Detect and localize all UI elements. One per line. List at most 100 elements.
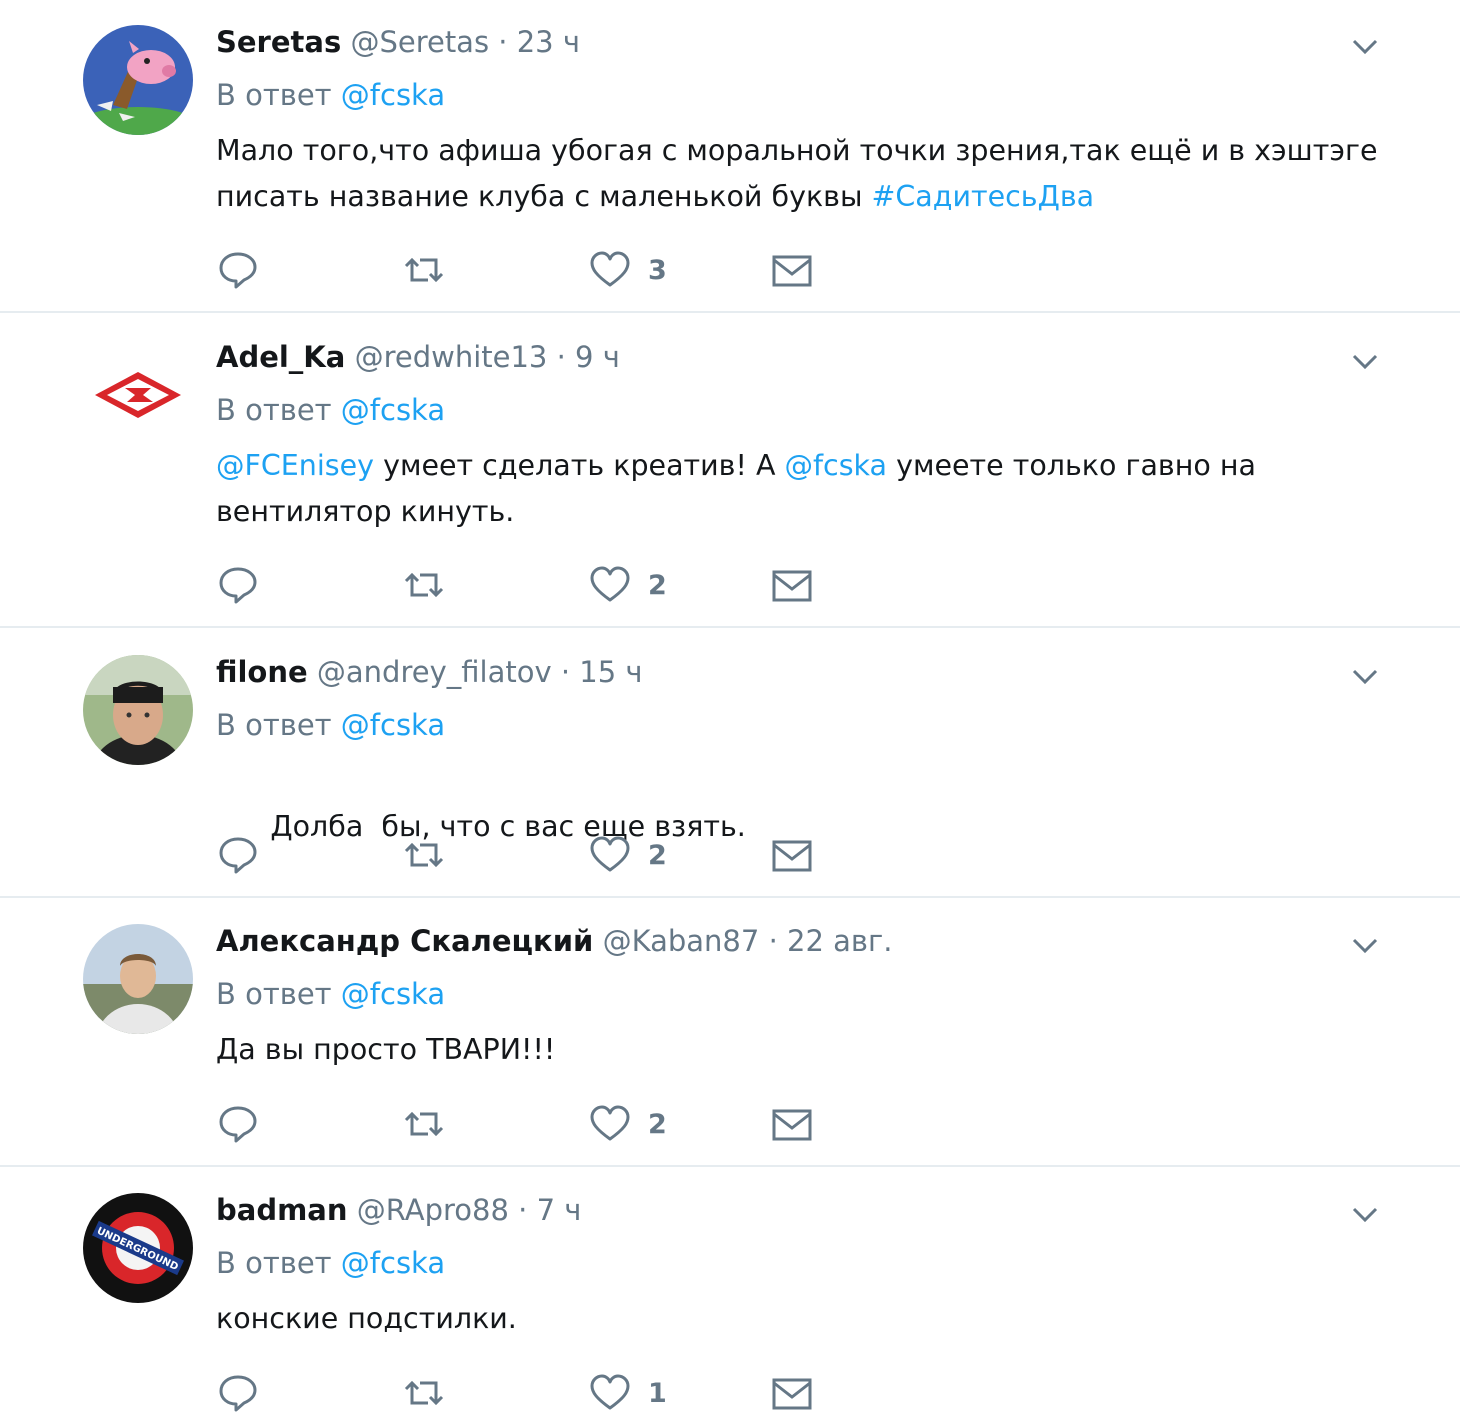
tweet-actions: 2 bbox=[216, 833, 836, 877]
heart-icon bbox=[590, 1105, 630, 1141]
reply-prefix: В ответ bbox=[216, 393, 332, 427]
heart-icon bbox=[590, 566, 630, 602]
reply-mention-link[interactable]: @fcska bbox=[341, 708, 445, 742]
reply-mention-link[interactable]: @fcska bbox=[341, 78, 445, 112]
direct-message-button[interactable] bbox=[770, 248, 814, 292]
chevron-down-icon[interactable] bbox=[1349, 929, 1381, 961]
timestamp[interactable]: 23 ч bbox=[517, 25, 580, 59]
mention-link[interactable]: @fcska bbox=[785, 449, 888, 482]
reply-mention-link[interactable]: @fcska bbox=[341, 1246, 445, 1280]
hashtag-link[interactable]: #СадитесьДва bbox=[872, 180, 1095, 213]
display-name[interactable]: Adel_Ka bbox=[216, 340, 345, 374]
reply-prefix: В ответ bbox=[216, 977, 332, 1011]
display-name[interactable]: filone bbox=[216, 655, 308, 689]
avatar[interactable] bbox=[83, 655, 193, 765]
reply-icon bbox=[219, 1375, 257, 1412]
reply-icon bbox=[219, 252, 257, 289]
replies-feed: Seretas @Seretas · 23 ч В ответ @fcska М… bbox=[0, 0, 1460, 1419]
reply-button[interactable] bbox=[216, 1371, 260, 1415]
user-handle[interactable]: @RApro88 bbox=[357, 1193, 509, 1227]
timestamp[interactable]: 22 авг. bbox=[787, 924, 892, 958]
timestamp[interactable]: 7 ч bbox=[537, 1193, 582, 1227]
tweet[interactable]: Adel_Ka @redwhite13 · 9 ч В ответ @fcska… bbox=[0, 315, 1460, 628]
retweet-button[interactable] bbox=[402, 563, 446, 607]
text-segment: Мало того,что афиша убогая с моральной т… bbox=[216, 134, 1378, 213]
like-button[interactable]: 2 bbox=[588, 1102, 667, 1146]
reply-context: В ответ @fcska bbox=[216, 974, 445, 1014]
direct-message-button[interactable] bbox=[770, 563, 814, 607]
tweet-header: Adel_Ka @redwhite13 · 9 ч bbox=[216, 337, 620, 377]
tweet-actions: 2 bbox=[216, 563, 836, 607]
envelope-icon bbox=[772, 1378, 812, 1410]
avatar[interactable] bbox=[83, 25, 193, 135]
user-handle[interactable]: @Seretas bbox=[350, 25, 489, 59]
avatar[interactable] bbox=[83, 924, 193, 1034]
tweet-text: Да вы просто ТВАРИ!!! bbox=[216, 1027, 1396, 1073]
reply-icon bbox=[219, 1106, 257, 1143]
underground-logo-icon: UNDERGROUND bbox=[83, 1193, 193, 1303]
tweet[interactable]: Seretas @Seretas · 23 ч В ответ @fcska М… bbox=[0, 0, 1460, 313]
chevron-down-icon[interactable] bbox=[1349, 660, 1381, 692]
chevron-down-icon[interactable] bbox=[1349, 345, 1381, 377]
direct-message-button[interactable] bbox=[770, 833, 814, 877]
reply-button[interactable] bbox=[216, 563, 260, 607]
retweet-button[interactable] bbox=[402, 1371, 446, 1415]
envelope-icon bbox=[772, 840, 812, 872]
text-segment: конские подстилки. bbox=[216, 1302, 517, 1335]
timestamp[interactable]: 15 ч bbox=[579, 655, 642, 689]
retweet-icon bbox=[404, 842, 444, 868]
like-count: 2 bbox=[648, 569, 667, 601]
display-name[interactable]: Seretas bbox=[216, 25, 341, 59]
reply-button[interactable] bbox=[216, 1102, 260, 1146]
avatar[interactable]: UNDERGROUND bbox=[83, 1193, 193, 1303]
retweet-button[interactable] bbox=[402, 1102, 446, 1146]
user-handle[interactable]: @redwhite13 bbox=[355, 340, 548, 374]
like-button[interactable]: 1 bbox=[588, 1371, 667, 1415]
retweet-icon bbox=[404, 1111, 444, 1137]
retweet-button[interactable] bbox=[402, 248, 446, 292]
envelope-icon bbox=[772, 570, 812, 602]
like-button[interactable]: 3 bbox=[588, 248, 667, 292]
chevron-down-icon[interactable] bbox=[1349, 30, 1381, 62]
mention-link[interactable]: @FCEnisey bbox=[216, 449, 374, 482]
like-count: 2 bbox=[648, 1108, 667, 1140]
user-handle[interactable]: @andrey_filatov bbox=[317, 655, 552, 689]
tweet-header: badman @RApro88 · 7 ч bbox=[216, 1190, 581, 1230]
user-handle[interactable]: @Kaban87 bbox=[603, 924, 760, 958]
display-name[interactable]: badman bbox=[216, 1193, 348, 1227]
person-photo-icon bbox=[83, 655, 193, 765]
reply-mention-link[interactable]: @fcska bbox=[341, 977, 445, 1011]
tweet-header: Александр Скалецкий @Kaban87 · 22 авг. bbox=[216, 921, 892, 961]
tweet-actions: 2 bbox=[216, 1102, 836, 1146]
retweet-icon bbox=[404, 1380, 444, 1406]
display-name[interactable]: Александр Скалецкий bbox=[216, 924, 593, 958]
direct-message-button[interactable] bbox=[770, 1371, 814, 1415]
avatar[interactable] bbox=[83, 340, 193, 450]
reply-prefix: В ответ bbox=[216, 1246, 332, 1280]
reply-context: В ответ @fcska bbox=[216, 390, 445, 430]
like-button[interactable]: 2 bbox=[588, 833, 667, 877]
tweet[interactable]: UNDERGROUND badman @RApro88 · 7 ч В отве… bbox=[0, 1168, 1460, 1419]
reply-button[interactable] bbox=[216, 833, 260, 877]
direct-message-button[interactable] bbox=[770, 1102, 814, 1146]
pink-pig-avatar-icon bbox=[83, 25, 193, 135]
retweet-icon bbox=[404, 572, 444, 598]
heart-icon bbox=[590, 251, 630, 287]
text-segment: умеет сделать креатив! А bbox=[374, 449, 785, 482]
envelope-icon bbox=[772, 1109, 812, 1141]
like-count: 2 bbox=[648, 839, 667, 871]
chevron-down-icon[interactable] bbox=[1349, 1198, 1381, 1230]
envelope-icon bbox=[772, 255, 812, 287]
reply-context: В ответ @fcska bbox=[216, 705, 445, 745]
timestamp[interactable]: 9 ч bbox=[575, 340, 620, 374]
like-button[interactable]: 2 bbox=[588, 563, 667, 607]
text-segment: Да вы просто ТВАРИ!!! bbox=[216, 1033, 556, 1066]
tweet[interactable]: Александр Скалецкий @Kaban87 · 22 авг. В… bbox=[0, 899, 1460, 1167]
reply-button[interactable] bbox=[216, 248, 260, 292]
retweet-button[interactable] bbox=[402, 833, 446, 877]
tweet-header: filone @andrey_filatov · 15 ч bbox=[216, 652, 643, 692]
tweet-actions: 1 bbox=[216, 1371, 836, 1415]
tweet[interactable]: filone @andrey_filatov · 15 ч В ответ @f… bbox=[0, 630, 1460, 898]
reply-mention-link[interactable]: @fcska bbox=[341, 393, 445, 427]
heart-icon bbox=[590, 836, 630, 872]
